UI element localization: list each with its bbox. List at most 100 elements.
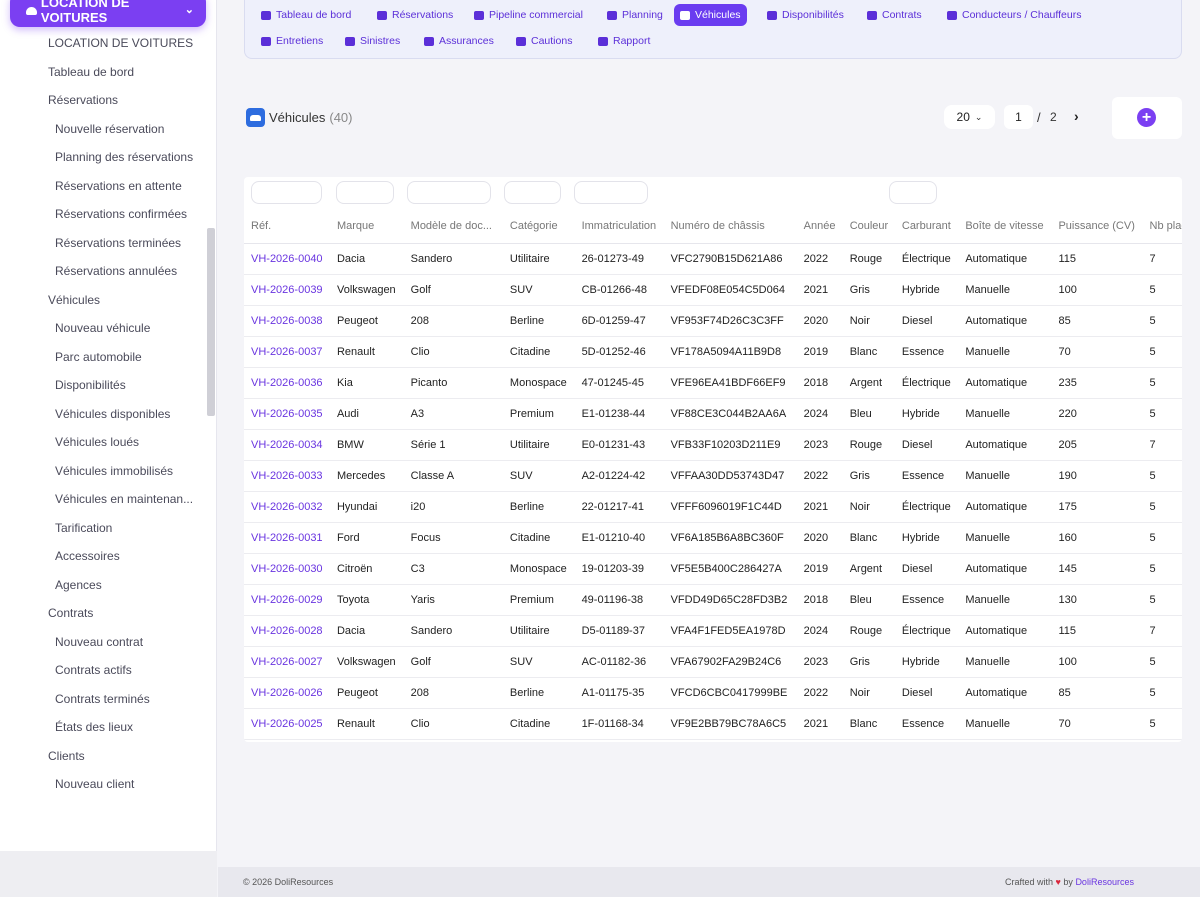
sidebar-item[interactable]: Véhicules disponibles (0, 400, 205, 429)
sidebar-scrollbar[interactable] (207, 228, 215, 416)
column-header[interactable]: Couleur (842, 209, 895, 244)
tab-planning[interactable]: Planning (601, 4, 669, 26)
vehicle-ref-link[interactable]: VH-2026-0033 (244, 460, 330, 492)
brand-link[interactable]: DoliResources (1075, 877, 1134, 887)
sidebar-item[interactable]: Agences (0, 571, 205, 600)
tab-pipeline-commercial[interactable]: Pipeline commercial (468, 4, 589, 26)
sidebar-item[interactable]: Réservations en attente (0, 172, 205, 201)
table-row[interactable]: VH-2026-0035 Audi A3 Premium E1-01238-44 VF88… (244, 398, 1182, 430)
sidebar-item[interactable]: Nouveau contrat (0, 628, 205, 657)
sidebar-item[interactable]: Réservations annulées (0, 257, 205, 286)
column-header[interactable]: Carburant (894, 209, 959, 244)
tab-r-servations[interactable]: Réservations (371, 4, 459, 26)
sidebar-item[interactable]: Véhicules (0, 286, 205, 315)
table-row[interactable]: VH-2026-0036 Kia Picanto Monospace 47-01245-… (244, 367, 1182, 399)
page-number-input[interactable]: 1 (1004, 105, 1033, 129)
sidebar-item[interactable]: Tableau de bord (0, 58, 205, 87)
tab-rapport[interactable]: Rapport (592, 30, 656, 52)
tab-conducteurs-chauffeurs[interactable]: Conducteurs / Chauffeurs (941, 4, 1087, 26)
sidebar-item[interactable]: Tarification (0, 514, 205, 543)
table-row[interactable]: VH-2026-0025 Renault Clio Citadine 1F-01168-… (244, 708, 1182, 740)
filter-row (244, 177, 1182, 207)
column-header[interactable]: Numéro de châssis (663, 209, 797, 244)
vehicle-ref-link[interactable]: VH-2026-0035 (244, 398, 330, 430)
filter-immatriculation-input[interactable] (574, 181, 648, 204)
vehicle-ref-link[interactable]: VH-2026-0038 (244, 305, 330, 337)
column-header[interactable]: Nb places (1142, 209, 1182, 244)
sidebar-item[interactable]: Contrats terminés (0, 685, 205, 714)
sidebar-item[interactable]: Nouveau véhicule (0, 314, 205, 343)
sidebar-item[interactable]: Disponibilités (0, 371, 205, 400)
vehicle-ref-link[interactable]: VH-2026-0031 (244, 522, 330, 554)
vehicle-ref-link[interactable]: VH-2026-0032 (244, 491, 330, 523)
column-header[interactable]: Immatriculation (574, 209, 664, 244)
next-page-button[interactable]: › (1074, 108, 1079, 124)
filter-ref-input[interactable] (251, 181, 322, 204)
tab-sinistres[interactable]: Sinistres (339, 30, 406, 52)
column-header[interactable]: Réf. (244, 209, 330, 244)
column-header[interactable]: Boîte de vitesse (958, 209, 1052, 244)
column-header[interactable]: Catégorie (502, 209, 575, 244)
sidebar-item[interactable]: Contrats (0, 599, 205, 628)
sidebar-item[interactable]: Véhicules loués (0, 428, 205, 457)
sidebar-item[interactable]: Planning des réservations (0, 143, 205, 172)
sidebar-item[interactable]: Clients (0, 742, 205, 771)
tab-disponibilit-s[interactable]: Disponibilités (761, 4, 850, 26)
table-row[interactable]: VH-2026-0034 BMW Série 1 Utilitaire E0-01231… (244, 429, 1182, 461)
column-header[interactable]: Marque (329, 209, 404, 244)
vehicle-ref-link[interactable]: VH-2026-0025 (244, 708, 330, 740)
vehicle-ref-link[interactable]: VH-2026-0029 (244, 584, 330, 616)
table-row[interactable]: VH-2026-0031 Ford Focus Citadine E1-01210-40… (244, 522, 1182, 554)
module-selector-button[interactable]: LOCATION DE VOITURES ⌄ (10, 0, 206, 27)
vehicle-ref-link[interactable]: VH-2026-0036 (244, 367, 330, 399)
table-row[interactable]: VH-2026-0032 Hyundai i20 Berline 22-01217-41… (244, 491, 1182, 523)
sidebar-item[interactable]: Contrats actifs (0, 656, 205, 685)
table-row[interactable]: VH-2026-0029 Toyota Yaris Premium 49-01196-3… (244, 584, 1182, 616)
table-row[interactable]: VH-2026-0027 Volkswagen Golf SUV AC-01182-36… (244, 646, 1182, 678)
tab-cautions[interactable]: Cautions (510, 30, 578, 52)
filter-carburant-input[interactable] (889, 181, 937, 204)
table-row[interactable]: VH-2026-0040 Dacia Sandero Utilitaire 26-012… (244, 243, 1182, 275)
tab-contrats[interactable]: Contrats (861, 4, 928, 26)
table-row[interactable]: VH-2026-0026 Peugeot 208 Berline A1-01175-35… (244, 677, 1182, 709)
column-header[interactable]: Puissance (CV) (1051, 209, 1143, 244)
table-cell: Rouge (842, 429, 895, 461)
vehicle-ref-link[interactable]: VH-2026-0037 (244, 336, 330, 368)
table-cell: AC-01182-36 (574, 646, 664, 678)
vehicle-ref-link[interactable]: VH-2026-0026 (244, 677, 330, 709)
per-page-select[interactable]: 20 ⌄ (944, 105, 995, 129)
tab-v-hicules[interactable]: Véhicules (674, 4, 747, 26)
vehicle-ref-link[interactable]: VH-2026-0030 (244, 553, 330, 585)
vehicle-ref-link[interactable]: VH-2026-0034 (244, 429, 330, 461)
sidebar-item[interactable]: Véhicules en maintenan... (0, 485, 205, 514)
sidebar-item[interactable]: Nouveau client (0, 770, 205, 799)
vehicle-ref-link[interactable]: VH-2026-0039 (244, 274, 330, 306)
sidebar-item[interactable]: États des lieux (0, 713, 205, 742)
sidebar-item[interactable]: LOCATION DE VOITURES (0, 29, 205, 58)
table-row[interactable]: VH-2026-0028 Dacia Sandero Utilitaire D5-011… (244, 615, 1182, 647)
table-row[interactable]: VH-2026-0037 Renault Clio Citadine 5D-01252-… (244, 336, 1182, 368)
add-vehicle-button[interactable]: + (1137, 108, 1156, 127)
column-header[interactable]: Modèle de doc... (403, 209, 503, 244)
tab-tableau-de-bord[interactable]: Tableau de bord (255, 4, 357, 26)
sidebar-item[interactable]: Réservations terminées (0, 229, 205, 258)
tab-entretiens[interactable]: Entretiens (255, 30, 329, 52)
sidebar-item[interactable]: Nouvelle réservation (0, 115, 205, 144)
table-row[interactable]: VH-2026-0033 Mercedes Classe A SUV A2-01224-… (244, 460, 1182, 492)
vehicle-ref-link[interactable]: VH-2026-0027 (244, 646, 330, 678)
table-row[interactable]: VH-2026-0039 Volkswagen Golf SUV CB-01266-48… (244, 274, 1182, 306)
sidebar-item[interactable]: Véhicules immobilisés (0, 457, 205, 486)
sidebar-item[interactable]: Parc automobile (0, 343, 205, 372)
table-row[interactable]: VH-2026-0030 Citroën C3 Monospace 19-01203-3… (244, 553, 1182, 585)
sidebar-item[interactable]: Réservations (0, 86, 205, 115)
table-row[interactable]: VH-2026-0038 Peugeot 208 Berline 6D-01259-47… (244, 305, 1182, 337)
column-header[interactable]: Année (796, 209, 843, 244)
vehicle-ref-link[interactable]: VH-2026-0040 (244, 243, 330, 275)
filter-marque-input[interactable] (336, 181, 394, 204)
filter-modele-input[interactable] (407, 181, 491, 204)
sidebar-item[interactable]: Réservations confirmées (0, 200, 205, 229)
vehicle-ref-link[interactable]: VH-2026-0028 (244, 615, 330, 647)
sidebar-item[interactable]: Accessoires (0, 542, 205, 571)
tab-assurances[interactable]: Assurances (418, 30, 500, 52)
filter-categorie-input[interactable] (504, 181, 561, 204)
